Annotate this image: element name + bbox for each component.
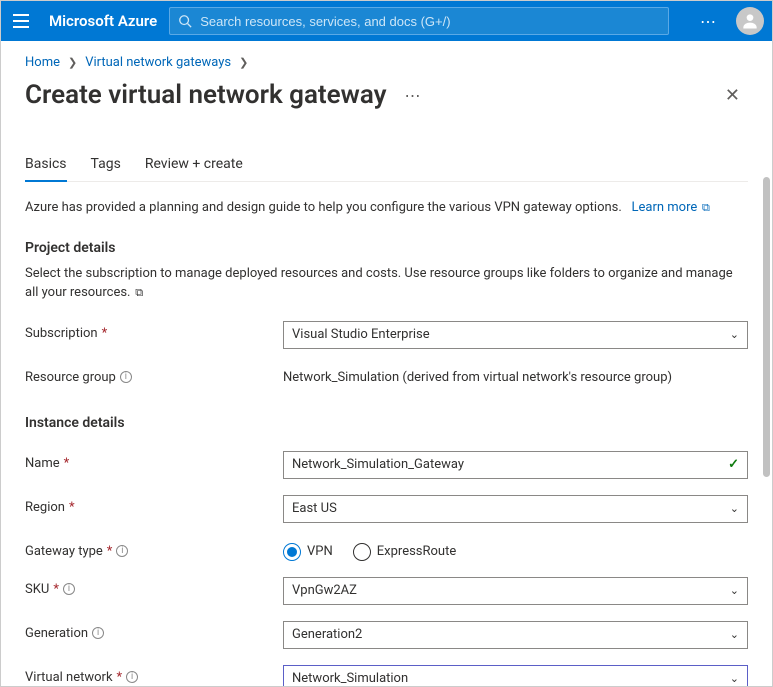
region-select[interactable]: East US ⌄: [283, 495, 748, 523]
subscription-label: Subscription*: [25, 321, 283, 341]
check-icon: ✓: [728, 457, 739, 472]
tabs: Basics Tags Review + create: [25, 150, 748, 182]
region-label: Region*: [25, 495, 283, 515]
close-icon[interactable]: ✕: [717, 81, 748, 110]
generation-label: Generation i: [25, 621, 283, 641]
project-details-desc: Select the subscription to manage deploy…: [25, 264, 748, 303]
gateway-type-label: Gateway type* i: [25, 539, 283, 559]
top-header: Microsoft Azure ⋯: [1, 1, 772, 41]
scrollbar-thumb[interactable]: [763, 177, 770, 477]
chevron-right-icon: ❯: [68, 56, 77, 69]
scrollbar[interactable]: [762, 41, 770, 686]
vnet-select[interactable]: Network_Simulation ⌄: [283, 665, 748, 687]
search-icon: [178, 14, 192, 28]
chevron-down-icon: ⌄: [730, 672, 739, 685]
name-label: Name*: [25, 451, 283, 471]
breadcrumb-home[interactable]: Home: [25, 55, 60, 70]
subscription-select[interactable]: Visual Studio Enterprise ⌄: [283, 321, 748, 349]
name-input[interactable]: Network_Simulation_Gateway ✓: [283, 451, 748, 479]
vnet-value: Network_Simulation: [292, 671, 408, 686]
info-icon[interactable]: i: [126, 671, 138, 683]
top-more-icon[interactable]: ⋯: [694, 12, 724, 31]
generation-value: Generation2: [292, 627, 362, 642]
sku-value: VpnGw2AZ: [292, 583, 357, 598]
search-input[interactable]: [200, 14, 660, 29]
chevron-down-icon: ⌄: [730, 628, 739, 641]
tab-tags[interactable]: Tags: [91, 150, 121, 181]
chevron-down-icon: ⌄: [730, 502, 739, 515]
project-details-heading: Project details: [25, 240, 748, 256]
info-icon[interactable]: i: [120, 371, 132, 383]
gateway-type-vpn-radio[interactable]: VPN: [283, 543, 333, 561]
radio-label-expressroute: ExpressRoute: [377, 544, 456, 559]
tab-basics[interactable]: Basics: [25, 150, 67, 182]
breadcrumb: Home ❯ Virtual network gateways ❯: [25, 55, 748, 70]
radio-label-vpn: VPN: [307, 544, 333, 559]
hamburger-menu-icon[interactable]: [9, 10, 33, 32]
page-title: Create virtual network gateway: [25, 80, 387, 110]
generation-select[interactable]: Generation2 ⌄: [283, 621, 748, 649]
brand-label[interactable]: Microsoft Azure: [49, 12, 157, 30]
chevron-down-icon: ⌄: [730, 328, 739, 341]
intro-text: Azure has provided a planning and design…: [25, 198, 748, 218]
chevron-down-icon: ⌄: [730, 584, 739, 597]
external-link-icon: ⧉: [699, 201, 710, 214]
info-icon[interactable]: i: [92, 627, 104, 639]
resource-group-label: Resource group i: [25, 365, 283, 385]
instance-details-heading: Instance details: [25, 415, 748, 431]
subscription-value: Visual Studio Enterprise: [292, 327, 430, 342]
gateway-type-radio-group: VPN ExpressRoute: [283, 539, 748, 561]
intro-body: Azure has provided a planning and design…: [25, 200, 622, 215]
info-icon[interactable]: i: [63, 583, 75, 595]
vnet-label: Virtual network* i: [25, 665, 283, 685]
page-content: Home ❯ Virtual network gateways ❯ Create…: [1, 41, 772, 686]
region-value: East US: [292, 501, 337, 516]
tab-review-create[interactable]: Review + create: [145, 150, 243, 181]
sku-select[interactable]: VpnGw2AZ ⌄: [283, 577, 748, 605]
external-link-icon[interactable]: ⧉: [132, 286, 143, 299]
person-icon: [740, 11, 760, 31]
resource-group-value: Network_Simulation (derived from virtual…: [283, 365, 748, 385]
name-value: Network_Simulation_Gateway: [292, 457, 464, 472]
info-icon[interactable]: i: [116, 545, 128, 557]
sku-label: SKU* i: [25, 577, 283, 597]
user-avatar[interactable]: [736, 7, 764, 35]
chevron-right-icon: ❯: [239, 56, 248, 69]
breadcrumb-vng[interactable]: Virtual network gateways: [85, 55, 231, 70]
global-search[interactable]: [169, 7, 669, 35]
learn-more-link[interactable]: Learn more ⧉: [632, 200, 710, 215]
gateway-type-expressroute-radio[interactable]: ExpressRoute: [353, 543, 456, 561]
page-more-icon[interactable]: ⋯: [397, 86, 430, 105]
